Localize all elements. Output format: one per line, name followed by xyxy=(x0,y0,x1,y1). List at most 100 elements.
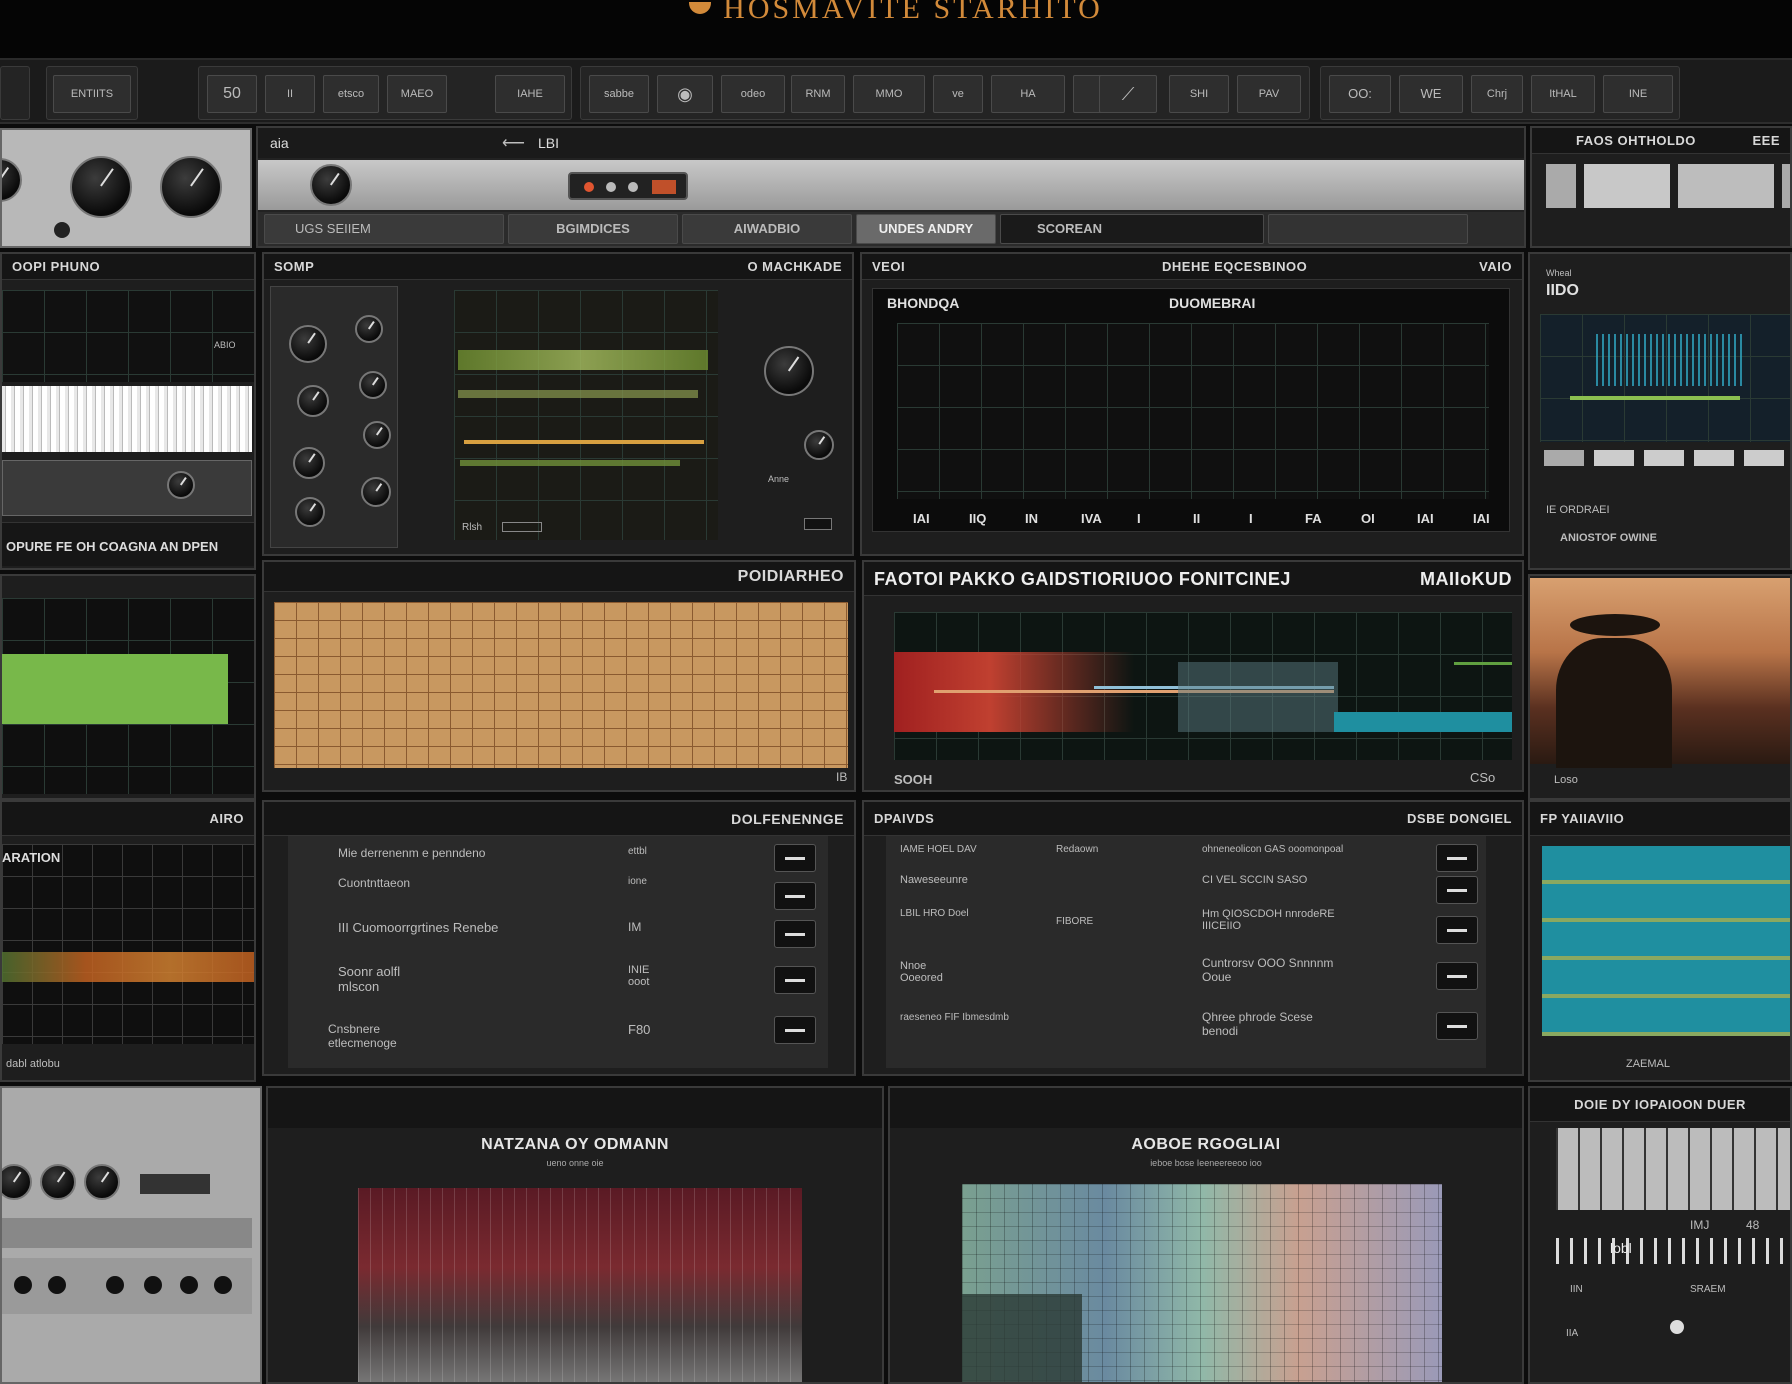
meter-button[interactable] xyxy=(1694,450,1734,466)
spectrum-panel: FAOTOI PAKKO GAIDSTIORIUOO FONITCINEJ MAI… xyxy=(862,560,1524,792)
meter-button[interactable] xyxy=(1594,450,1634,466)
synth-main-knob[interactable] xyxy=(764,346,814,396)
synth-display-slider[interactable] xyxy=(502,522,542,532)
toolbar-button[interactable]: SHI xyxy=(1169,75,1229,113)
tab-ugs[interactable]: UGS SEIIEM xyxy=(264,214,504,244)
tab-bgimdices[interactable]: BGIMDICES xyxy=(508,214,678,244)
device-fader[interactable] xyxy=(1436,1012,1478,1040)
rack-knob[interactable] xyxy=(70,156,132,218)
list-item[interactable]: Cnsbnere etlecmenoge F80 xyxy=(288,1018,828,1058)
scope-sub-left: BHONDQA xyxy=(887,295,960,311)
synth-knob[interactable] xyxy=(355,315,383,343)
track-fader[interactable] xyxy=(774,882,816,910)
rack-unit xyxy=(2,460,252,516)
rack-knob[interactable] xyxy=(84,1164,120,1200)
toolbar-button[interactable]: sabbe xyxy=(589,75,649,113)
bottom-right-label: 48 xyxy=(1746,1218,1760,1232)
synth-knob[interactable] xyxy=(293,447,325,479)
toolbar-button[interactable]: IAHE xyxy=(495,75,565,113)
synth-switch[interactable] xyxy=(804,518,832,530)
pen-tool-icon[interactable]: ⟋ xyxy=(1099,75,1157,113)
left-green-panel xyxy=(0,574,256,800)
synth-knob[interactable] xyxy=(289,325,327,363)
track-fader[interactable] xyxy=(774,844,816,872)
toolbar-button[interactable]: ItHAL xyxy=(1531,75,1595,113)
meter-button[interactable] xyxy=(1744,450,1784,466)
bottom-right-knob[interactable] xyxy=(1670,1320,1684,1334)
plot-panel-2: AOBOE RGOGLIAI ieboe bose Ieeneereeoo io… xyxy=(888,1086,1524,1384)
left-panel-footer-text: OPURE FE OH COAGNA AN DPEN xyxy=(6,539,219,554)
rack-knob[interactable] xyxy=(2,1164,32,1200)
hat-silhouette xyxy=(1570,614,1660,636)
toolbar-button[interactable]: OO: xyxy=(1329,75,1391,113)
left-waveform-title: OOPI PHUNO xyxy=(2,254,254,280)
rack-knob[interactable] xyxy=(160,156,222,218)
toolbar-button[interactable]: etsco xyxy=(323,75,379,113)
record-icon[interactable]: ◉ xyxy=(657,75,713,113)
toolbar-button[interactable]: Chrj xyxy=(1471,75,1523,113)
rack-knob[interactable] xyxy=(2,158,22,202)
synth-knob[interactable] xyxy=(361,477,391,507)
list-item[interactable]: Naweseeunre CI VEL SCCIN SASO xyxy=(886,870,1486,894)
list-item[interactable]: Nnoe Ooeored Cuntrorsv OOO Snnnnm Ooue xyxy=(886,956,1486,996)
scope-tick-label: IVA xyxy=(1081,511,1102,526)
toolbar-button[interactable]: II xyxy=(265,75,315,113)
track-fader[interactable] xyxy=(774,920,816,948)
plot-2-header xyxy=(890,1088,1522,1128)
list-item[interactable]: LBIL HRO Doel FIBORE Hm QIOSCDOH nnrodeRE … xyxy=(886,906,1486,942)
main-toolbar: ENTIITS 50 II etsco MAEO IAHE sabbe ◉ od… xyxy=(0,58,1792,124)
thumbnail[interactable] xyxy=(1678,164,1774,208)
synth-knob[interactable] xyxy=(804,430,834,460)
list-item[interactable]: Cuontnttaeon ione xyxy=(288,872,828,896)
meter-button[interactable] xyxy=(1544,450,1584,466)
waveform-band xyxy=(2,952,254,982)
tab-undes[interactable]: UNDES ANDRY xyxy=(856,214,996,244)
device-fader[interactable] xyxy=(1436,962,1478,990)
list-item[interactable]: III Cuomoorrgrtines Renebe IM xyxy=(288,916,828,940)
synth-knob[interactable] xyxy=(359,371,387,399)
toolbar-button[interactable]: HA xyxy=(991,75,1065,113)
rack-unit-knob[interactable] xyxy=(167,471,195,499)
spectrum-footer-right: CSo xyxy=(1470,770,1496,785)
toolbar-button[interactable]: PAV xyxy=(1237,75,1301,113)
header-label-a: aia xyxy=(270,135,289,151)
thumbnail[interactable] xyxy=(1584,164,1670,208)
toolbar-button[interactable]: MMO xyxy=(853,75,925,113)
green-level-block xyxy=(2,654,228,724)
rack-knob[interactable] xyxy=(40,1164,76,1200)
toolbar-button[interactable]: odeo xyxy=(721,75,785,113)
tab-empty[interactable] xyxy=(1268,214,1468,244)
toolbar-button[interactable]: INE xyxy=(1603,75,1673,113)
toolbar-button[interactable]: ve xyxy=(933,75,983,113)
video-preview-image[interactable] xyxy=(1530,578,1790,768)
synth-knob[interactable] xyxy=(295,497,325,527)
toolbar-button[interactable]: 50 xyxy=(207,75,257,113)
thumbnail[interactable] xyxy=(1546,164,1576,208)
meter-button[interactable] xyxy=(1644,450,1684,466)
thumbnail[interactable] xyxy=(1782,164,1790,208)
track-fader[interactable] xyxy=(774,1016,816,1044)
toolbar-button[interactable]: MAEO xyxy=(387,75,447,113)
app-logo-icon xyxy=(689,2,712,14)
orange-grid-display xyxy=(274,602,848,768)
track-fader[interactable] xyxy=(774,966,816,994)
rack-jack[interactable] xyxy=(54,222,70,238)
bottom-right-label: IMJ xyxy=(1690,1218,1710,1232)
synth-side-label: Anne xyxy=(768,474,790,484)
device-fader[interactable] xyxy=(1436,876,1478,904)
device-fader[interactable] xyxy=(1436,916,1478,944)
device-list-panel: DPAIVDS DSBE DONGIEL IAME HOEL DAV Redaown… xyxy=(862,800,1524,1076)
toolbar-button[interactable]: WE xyxy=(1399,75,1463,113)
synth-knob[interactable] xyxy=(363,421,391,449)
toolbar-main-button[interactable]: ENTIITS xyxy=(53,75,131,113)
tab-aiwadbio[interactable]: AIWADBIO xyxy=(682,214,852,244)
list-item[interactable]: raeseneo FIF Ibmesdmb Qhree phrode Scese … xyxy=(886,1008,1486,1048)
toolbar-button[interactable]: RNM xyxy=(791,75,845,113)
tab-scorean[interactable]: SCOREAN xyxy=(1000,214,1264,244)
list-item[interactable]: Soonr aolfl mlscon INIE ooot xyxy=(288,960,828,1000)
synth-knob[interactable] xyxy=(297,385,329,417)
cursor-icon: ⟵ xyxy=(502,135,525,152)
device-fader[interactable] xyxy=(1436,844,1478,872)
list-item[interactable]: Mie derrenenm e penndeno ettbl xyxy=(288,842,828,866)
transport-knob[interactable] xyxy=(310,164,352,206)
